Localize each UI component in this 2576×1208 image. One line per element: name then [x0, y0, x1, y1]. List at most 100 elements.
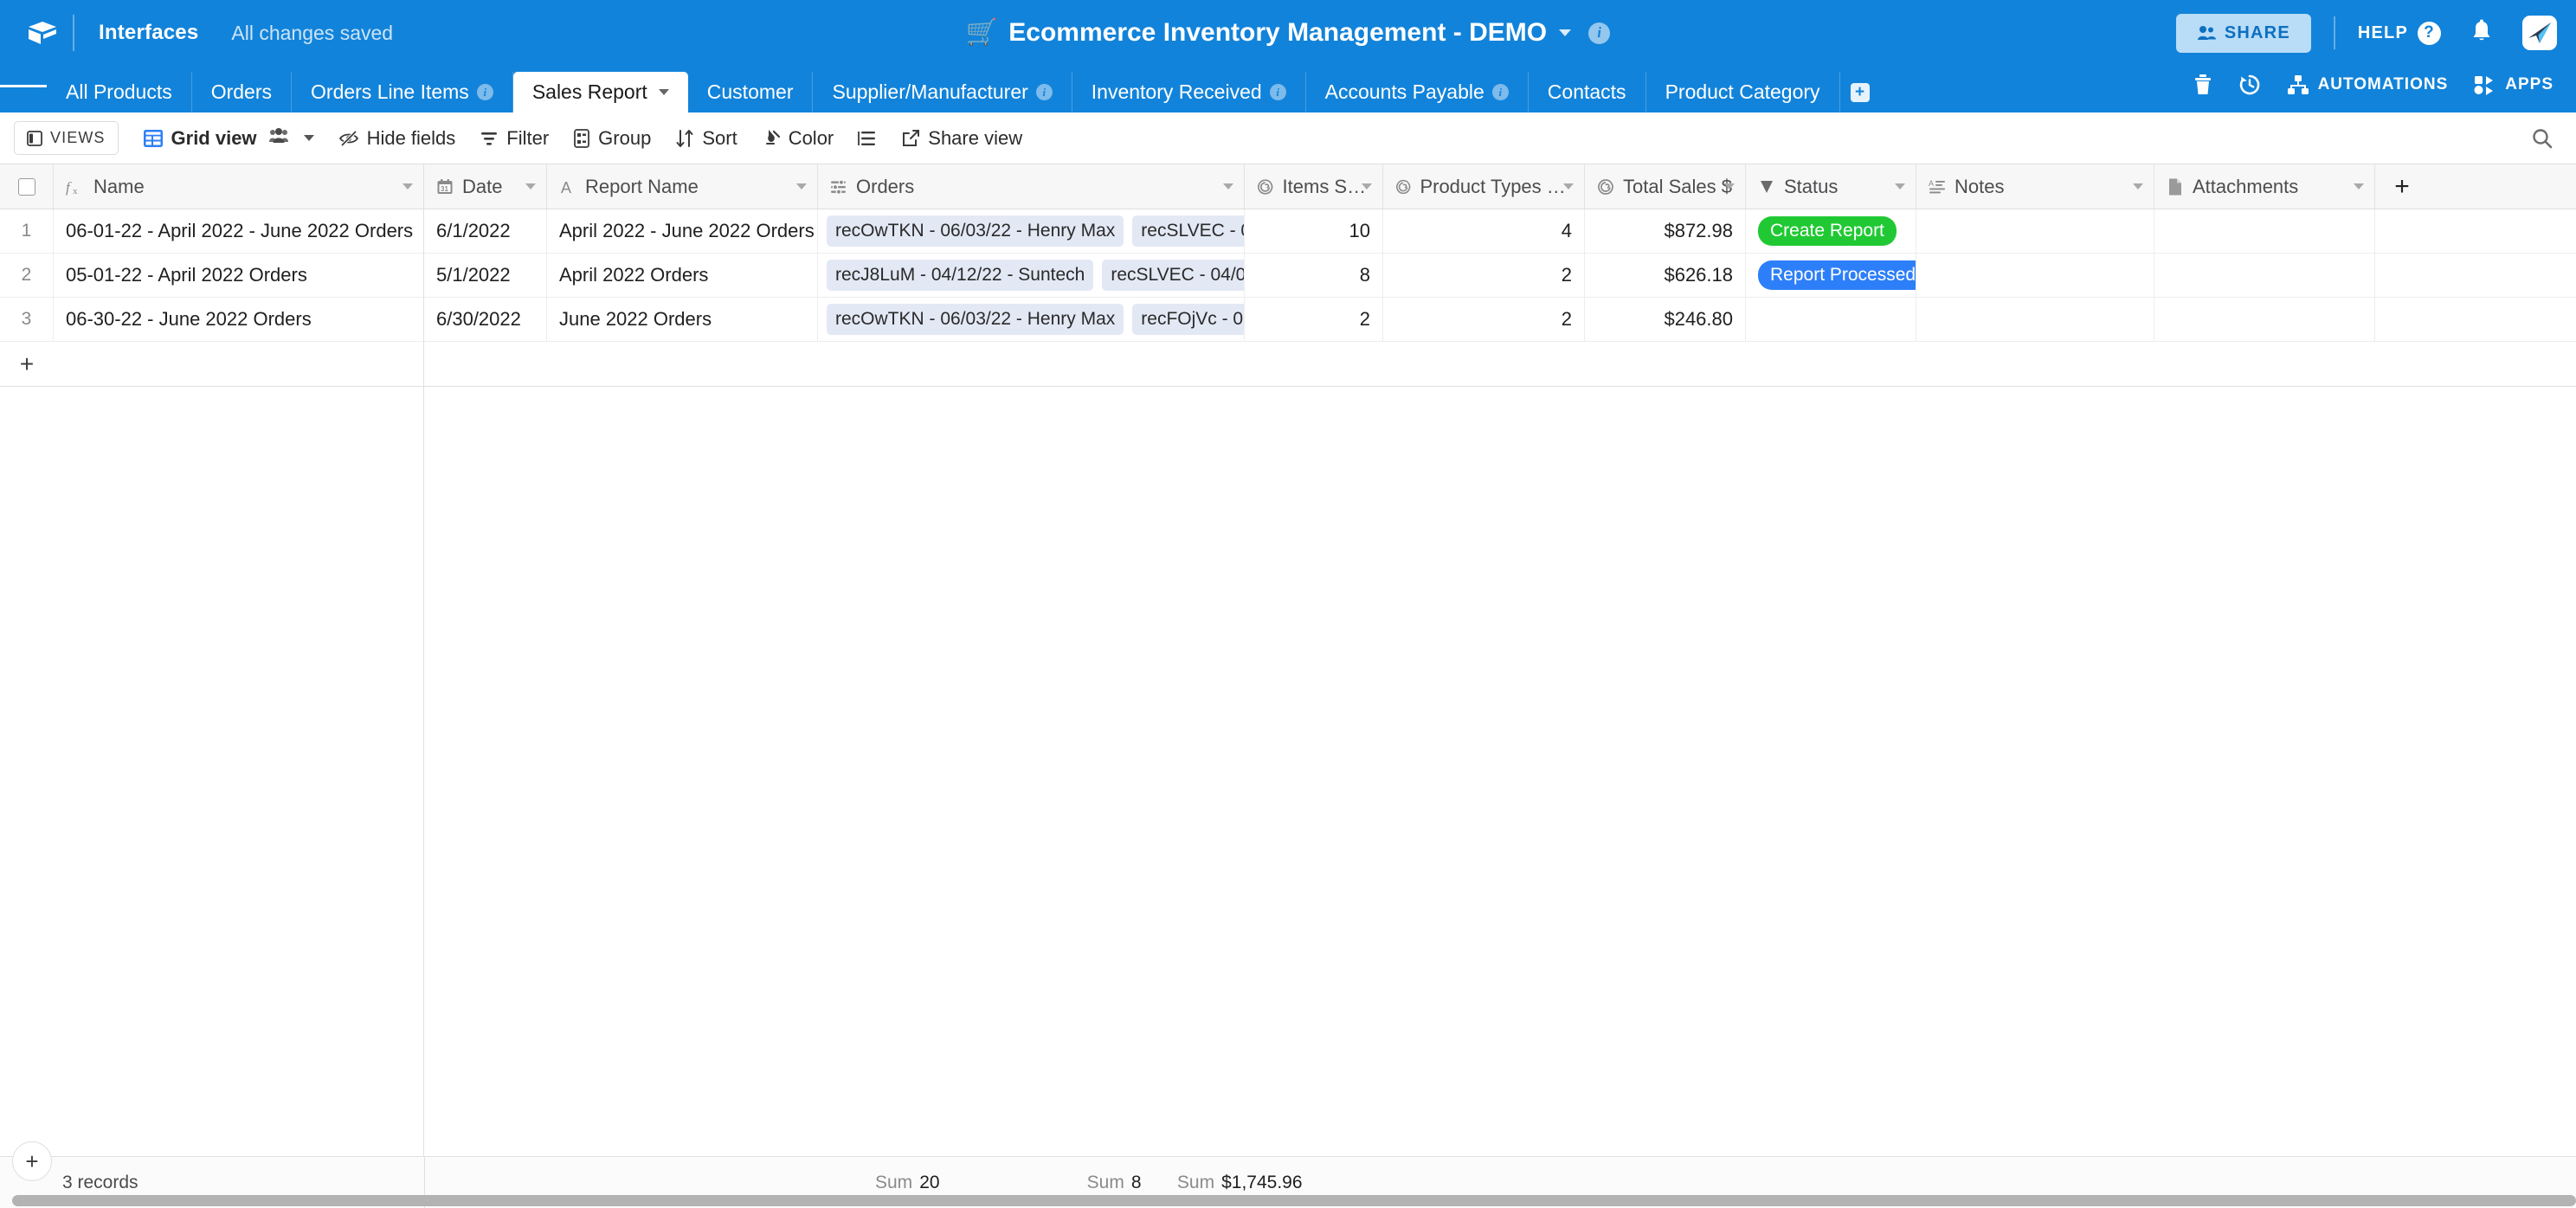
history-clock-icon[interactable] — [2238, 74, 2261, 96]
share-view-button[interactable]: Share view — [889, 122, 1034, 155]
share-button[interactable]: SHARE — [2176, 14, 2311, 53]
cell-orders[interactable]: recJ8LuM - 04/12/22 - Suntech recSLVEC -… — [818, 254, 1245, 297]
cell-product-types-sold[interactable]: 4 — [1383, 209, 1585, 253]
cell-product-types-sold[interactable]: 2 — [1383, 298, 1585, 341]
cell-attachments[interactable] — [2154, 254, 2375, 297]
save-status-text: All changes saved — [231, 22, 393, 45]
column-header-orders[interactable]: Orders — [818, 164, 1245, 209]
summary-label: Sum — [875, 1173, 912, 1193]
cell-total-sales[interactable]: $246.80 — [1585, 298, 1746, 341]
cell-orders[interactable]: recOwTKN - 06/03/22 - Henry Max recSLVEC… — [818, 209, 1245, 253]
grid-view-selector[interactable]: Grid view — [138, 122, 326, 155]
cell-items-sold[interactable]: 10 — [1245, 209, 1383, 253]
chevron-down-icon[interactable] — [1563, 183, 1574, 190]
linked-record-chip[interactable]: recOwTKN - 06/03/22 - Henry Max — [827, 215, 1124, 247]
chevron-down-icon[interactable] — [1362, 183, 1372, 190]
chevron-down-icon[interactable] — [659, 89, 669, 95]
views-button[interactable]: VIEWS — [14, 121, 119, 155]
group-button[interactable]: Group — [561, 122, 663, 155]
chevron-down-icon[interactable] — [525, 183, 536, 190]
cell-attachments[interactable] — [2154, 298, 2375, 341]
info-icon: i — [477, 84, 493, 100]
linked-record-chip[interactable]: recSLVEC - 04/08/2 — [1132, 215, 1245, 247]
column-header-status[interactable]: Status — [1746, 164, 1916, 209]
search-icon[interactable] — [2526, 122, 2559, 155]
column-header-date[interactable]: 31 Date — [424, 164, 547, 209]
tab-all-products[interactable]: All Products — [47, 72, 192, 112]
tab-orders-line-items[interactable]: Orders Line Items i — [292, 72, 513, 112]
account-avatar-icon[interactable] — [2522, 16, 2557, 50]
column-header-product-types-sold[interactable]: Product Types Sold — [1383, 164, 1585, 209]
tab-accounts-payable[interactable]: Accounts Payable i — [1306, 72, 1529, 112]
bell-icon[interactable] — [2470, 19, 2493, 48]
sort-arrows-icon — [675, 129, 694, 148]
cell-status[interactable]: Create Report — [1746, 209, 1916, 253]
cell-orders[interactable]: recOwTKN - 06/03/22 - Henry Max recFOjVc… — [818, 298, 1245, 341]
hide-fields-button[interactable]: Hide fields — [326, 122, 468, 155]
trash-icon[interactable] — [2193, 74, 2212, 96]
column-header-notes[interactable]: A Notes — [1916, 164, 2154, 209]
apps-button[interactable]: APPS — [2474, 74, 2553, 95]
column-header-total-sales[interactable]: Total Sales $ — [1585, 164, 1746, 209]
linked-record-chip[interactable]: recJ8LuM - 04/12/22 - Suntech — [827, 260, 1093, 291]
chevron-down-icon[interactable] — [1223, 183, 1233, 190]
linked-record-chip[interactable]: recOwTKN - 06/03/22 - Henry Max — [827, 304, 1124, 335]
add-field-button[interactable]: + — [2375, 164, 2429, 209]
add-record-button[interactable]: + — [12, 1141, 52, 1181]
cell-report-name[interactable]: April 2022 Orders — [547, 254, 818, 297]
cell-product-types-sold[interactable]: 2 — [1383, 254, 1585, 297]
tab-customer[interactable]: Customer — [688, 72, 814, 112]
filter-button[interactable]: Filter — [467, 122, 561, 155]
tab-contacts[interactable]: Contacts — [1529, 72, 1646, 112]
automations-button[interactable]: AUTOMATIONS — [2287, 74, 2449, 95]
tab-supplier-manufacturer[interactable]: Supplier/Manufacturer i — [813, 72, 1072, 112]
cell-items-sold[interactable]: 8 — [1245, 254, 1383, 297]
column-header-attachments[interactable]: Attachments — [2154, 164, 2375, 209]
linked-records-icon — [830, 178, 847, 196]
cell-report-name[interactable]: June 2022 Orders — [547, 298, 818, 341]
info-icon[interactable]: i — [1588, 22, 1610, 44]
cell-total-sales[interactable]: $872.98 — [1585, 209, 1746, 253]
chevron-down-icon[interactable] — [304, 135, 314, 141]
column-header-report-name[interactable]: A Report Name — [547, 164, 818, 209]
color-button[interactable]: Color — [750, 122, 847, 155]
help-button[interactable]: HELP ? — [2358, 22, 2441, 45]
cell-date[interactable]: 5/1/2022 — [424, 254, 547, 297]
column-header-items-sold[interactable]: Items Sold — [1245, 164, 1383, 209]
row-height-button[interactable] — [846, 125, 889, 152]
airtable-logo-icon[interactable] — [19, 20, 66, 46]
summary-value: 8 — [1131, 1173, 1142, 1193]
chevron-down-icon[interactable] — [1559, 29, 1571, 36]
interfaces-link[interactable]: Interfaces — [90, 14, 207, 52]
cell-date[interactable]: 6/1/2022 — [424, 209, 547, 253]
horizontal-scrollbar[interactable] — [12, 1195, 2576, 1206]
chevron-down-icon[interactable] — [2133, 183, 2143, 190]
cell-notes[interactable] — [1916, 254, 2154, 297]
chevron-down-icon[interactable] — [1724, 183, 1735, 190]
cell-notes[interactable] — [1916, 209, 2154, 253]
hamburger-menu-icon[interactable] — [0, 66, 47, 112]
linked-record-chip[interactable]: recFOjVc - 06/02/2 — [1132, 304, 1245, 335]
linked-record-chip[interactable]: recSLVEC - 04/08/22 - — [1102, 260, 1245, 291]
cell-notes[interactable] — [1916, 298, 2154, 341]
tab-label: Orders — [211, 80, 272, 104]
chevron-down-icon[interactable] — [1895, 183, 1905, 190]
cell-report-name[interactable]: April 2022 - June 2022 Orders — [547, 209, 818, 253]
add-table-icon[interactable]: + — [1840, 72, 1880, 112]
cell-date[interactable]: 6/30/2022 — [424, 298, 547, 341]
cell-items-sold[interactable]: 2 — [1245, 298, 1383, 341]
cell-attachments[interactable] — [2154, 209, 2375, 253]
tab-product-category[interactable]: Product Category — [1646, 72, 1840, 112]
tab-sales-report[interactable]: Sales Report — [513, 72, 688, 112]
filter-label: Filter — [506, 127, 549, 150]
cell-status[interactable]: Report Processed — [1746, 254, 1916, 297]
cell-total-sales[interactable]: $626.18 — [1585, 254, 1746, 297]
cell-status[interactable] — [1746, 298, 1916, 341]
chevron-down-icon[interactable] — [2354, 183, 2364, 190]
tab-inventory-received[interactable]: Inventory Received i — [1072, 72, 1306, 112]
sort-button[interactable]: Sort — [663, 122, 749, 155]
automations-label: AUTOMATIONS — [2318, 75, 2449, 94]
search-glyph — [2531, 127, 2553, 150]
chevron-down-icon[interactable] — [796, 183, 807, 190]
tab-orders[interactable]: Orders — [192, 72, 292, 112]
